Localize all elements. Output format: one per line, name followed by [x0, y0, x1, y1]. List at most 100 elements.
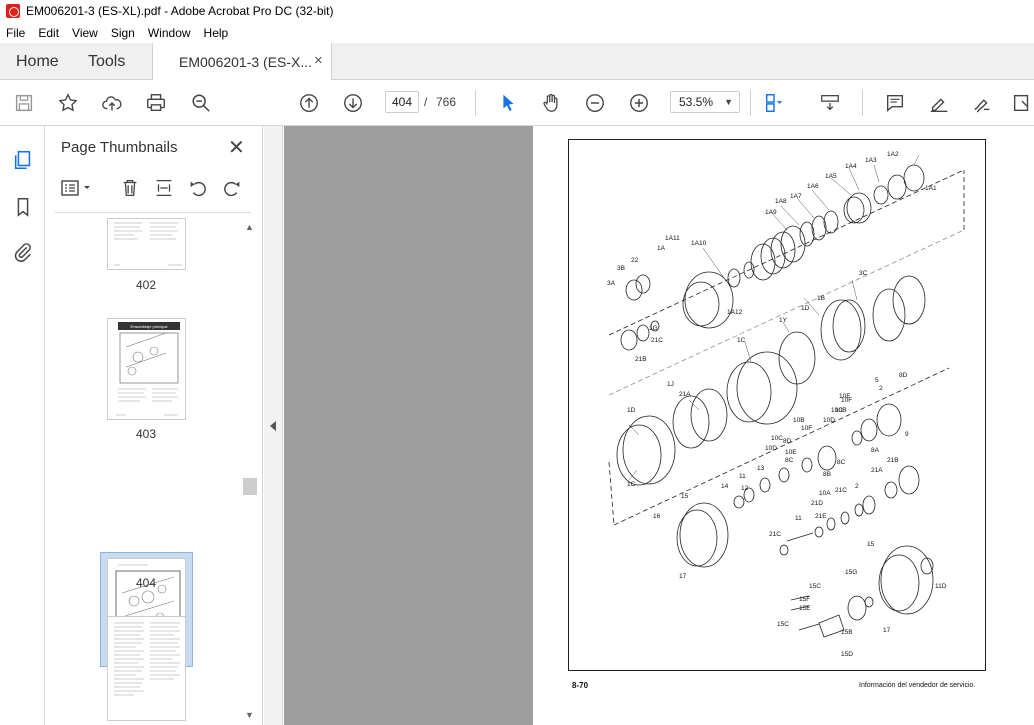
callout-label: 11: [795, 515, 802, 522]
scroll-mode-icon[interactable]: [818, 91, 842, 115]
print-icon[interactable]: [144, 91, 168, 115]
callout-label: 10F: [801, 425, 812, 432]
acrobat-icon: [6, 4, 20, 18]
panel-divider: [55, 212, 251, 213]
callout-label: 17: [679, 573, 687, 580]
main-toolbar: 404 / 766 53.5% ▼: [0, 80, 1034, 126]
tab-close-button[interactable]: ×: [314, 52, 323, 69]
callout-label: 21C: [769, 531, 781, 538]
previous-page-icon[interactable]: [297, 91, 321, 115]
select-cursor-icon[interactable]: [496, 91, 520, 115]
callout-label: 15: [867, 541, 875, 548]
thumbnails-panel: Page Thumbnails ✕ 402 Ensamblaje princip…: [45, 126, 263, 725]
callout-label: 22: [631, 257, 639, 264]
sign-pen-icon[interactable]: [970, 91, 994, 115]
callout-label: 15G: [845, 569, 857, 576]
callout-label: 8B: [823, 471, 831, 478]
rotate-left-icon[interactable]: [186, 176, 210, 200]
tab-document-label: EM006201-3 (ES-X...: [179, 54, 313, 70]
callout-label: 3C: [859, 270, 868, 277]
zoom-in-icon[interactable]: [627, 91, 651, 115]
callout-label: 1D: [801, 305, 810, 312]
callout-label: 12: [741, 485, 749, 492]
bookmark-icon[interactable]: [11, 195, 35, 219]
panel-collapse-handle[interactable]: [264, 126, 283, 725]
callout-label: 1C: [627, 481, 636, 488]
callout-label: 1C: [737, 337, 746, 344]
thumbnail-options-icon[interactable]: [59, 176, 95, 200]
pdf-page: 1A1 1A2 1A3 1A4 1A5 1A6 1A7 1A8 1A9 1A10 1A11 1A12 1…: [533, 126, 1034, 725]
zoom-search-icon[interactable]: [189, 91, 213, 115]
callout-label: 1G: [649, 325, 658, 332]
document-viewport[interactable]: 1A1 1A2 1A3 1A4 1A5 1A6 1A7 1A8 1A9 1A10 1A11 1A12 1…: [284, 126, 1034, 725]
delete-page-icon[interactable]: [118, 176, 142, 200]
scroll-up-icon[interactable]: ▲: [245, 222, 254, 232]
thumbnail-label: 402: [135, 278, 157, 292]
callout-label: 1A9: [765, 209, 777, 216]
zoom-out-icon[interactable]: [583, 91, 607, 115]
zoom-dropdown[interactable]: 53.5% ▼: [670, 91, 740, 113]
callout-label: 10C: [831, 407, 843, 414]
next-page-icon[interactable]: [341, 91, 365, 115]
page-total: 766: [436, 95, 457, 109]
menu-window[interactable]: Window: [148, 26, 191, 40]
callout-label: 17: [883, 627, 891, 634]
callout-label: 15F: [799, 596, 810, 603]
callout-label: 1A12: [727, 309, 743, 316]
close-icon[interactable]: ✕: [228, 135, 245, 160]
tab-document[interactable]: EM006201-3 (ES-X... ×: [152, 43, 332, 80]
menu-view[interactable]: View: [72, 26, 98, 40]
rotate-right-icon[interactable]: [220, 176, 244, 200]
callout-label: 1A: [657, 245, 666, 252]
callout-label: 1A10: [691, 240, 707, 247]
page-number-input[interactable]: 404: [385, 91, 419, 113]
hand-tool-icon[interactable]: [539, 91, 563, 115]
save-icon[interactable]: [12, 91, 36, 115]
callout-label: 21B: [635, 356, 647, 363]
callout-label: 8C: [785, 457, 794, 464]
callout-label: 8D: [783, 438, 792, 445]
thumbnail-heading: Ensamblaje principal: [131, 324, 168, 329]
bookmark-star-icon[interactable]: [56, 91, 80, 115]
menu-file[interactable]: File: [6, 26, 25, 40]
menu-help[interactable]: Help: [204, 26, 229, 40]
thumbnail-page-402[interactable]: [107, 218, 186, 270]
thumbnail-scrollbar[interactable]: ▲ ▼: [243, 222, 257, 722]
thumbnail-page-405[interactable]: [107, 616, 186, 721]
callout-label: 1A6: [807, 183, 819, 190]
upload-cloud-icon[interactable]: [100, 91, 124, 115]
scrollbar-thumb[interactable]: [243, 478, 257, 495]
page-footer-note: Información del vendedor de servicio.: [859, 682, 976, 689]
page-display-icon[interactable]: [762, 91, 786, 115]
tab-home[interactable]: Home: [16, 53, 59, 71]
callout-label: 10A: [819, 490, 831, 497]
callout-label: 21D: [811, 500, 823, 507]
callout-label: 1Y: [779, 317, 788, 324]
callout-label: 3A: [607, 280, 616, 287]
callout-label: 10E: [839, 393, 851, 400]
extract-page-icon[interactable]: [152, 176, 176, 200]
callout-label: 15E: [799, 605, 811, 612]
menu-edit[interactable]: Edit: [38, 26, 59, 40]
thumbnail-page-403[interactable]: Ensamblaje principal: [107, 318, 186, 420]
scroll-down-icon[interactable]: ▼: [245, 710, 254, 720]
callout-label: 10D: [823, 417, 835, 424]
callout-label: 8A: [871, 447, 880, 454]
thumbnail-label: 403: [135, 427, 157, 441]
callout-label: 11: [739, 473, 746, 480]
callout-label: 1J: [667, 381, 674, 388]
callout-label: 11D: [935, 583, 947, 590]
tab-tools[interactable]: Tools: [88, 53, 125, 71]
callout-label: 13: [757, 465, 765, 472]
attachment-icon[interactable]: [11, 240, 35, 264]
callout-label: 3B: [617, 265, 625, 272]
comment-icon[interactable]: [883, 91, 907, 115]
callout-label: 9: [905, 431, 909, 438]
menu-bar: File Edit View Sign Window Help: [0, 22, 1034, 43]
menu-sign[interactable]: Sign: [111, 26, 135, 40]
more-tools-icon[interactable]: [1010, 91, 1034, 115]
page-thumbnails-icon[interactable]: [11, 148, 35, 172]
callout-label: 1B: [817, 295, 825, 302]
title-bar: EM006201-3 (ES-XL).pdf - Adobe Acrobat P…: [0, 0, 1034, 22]
highlight-pen-icon[interactable]: [927, 91, 951, 115]
